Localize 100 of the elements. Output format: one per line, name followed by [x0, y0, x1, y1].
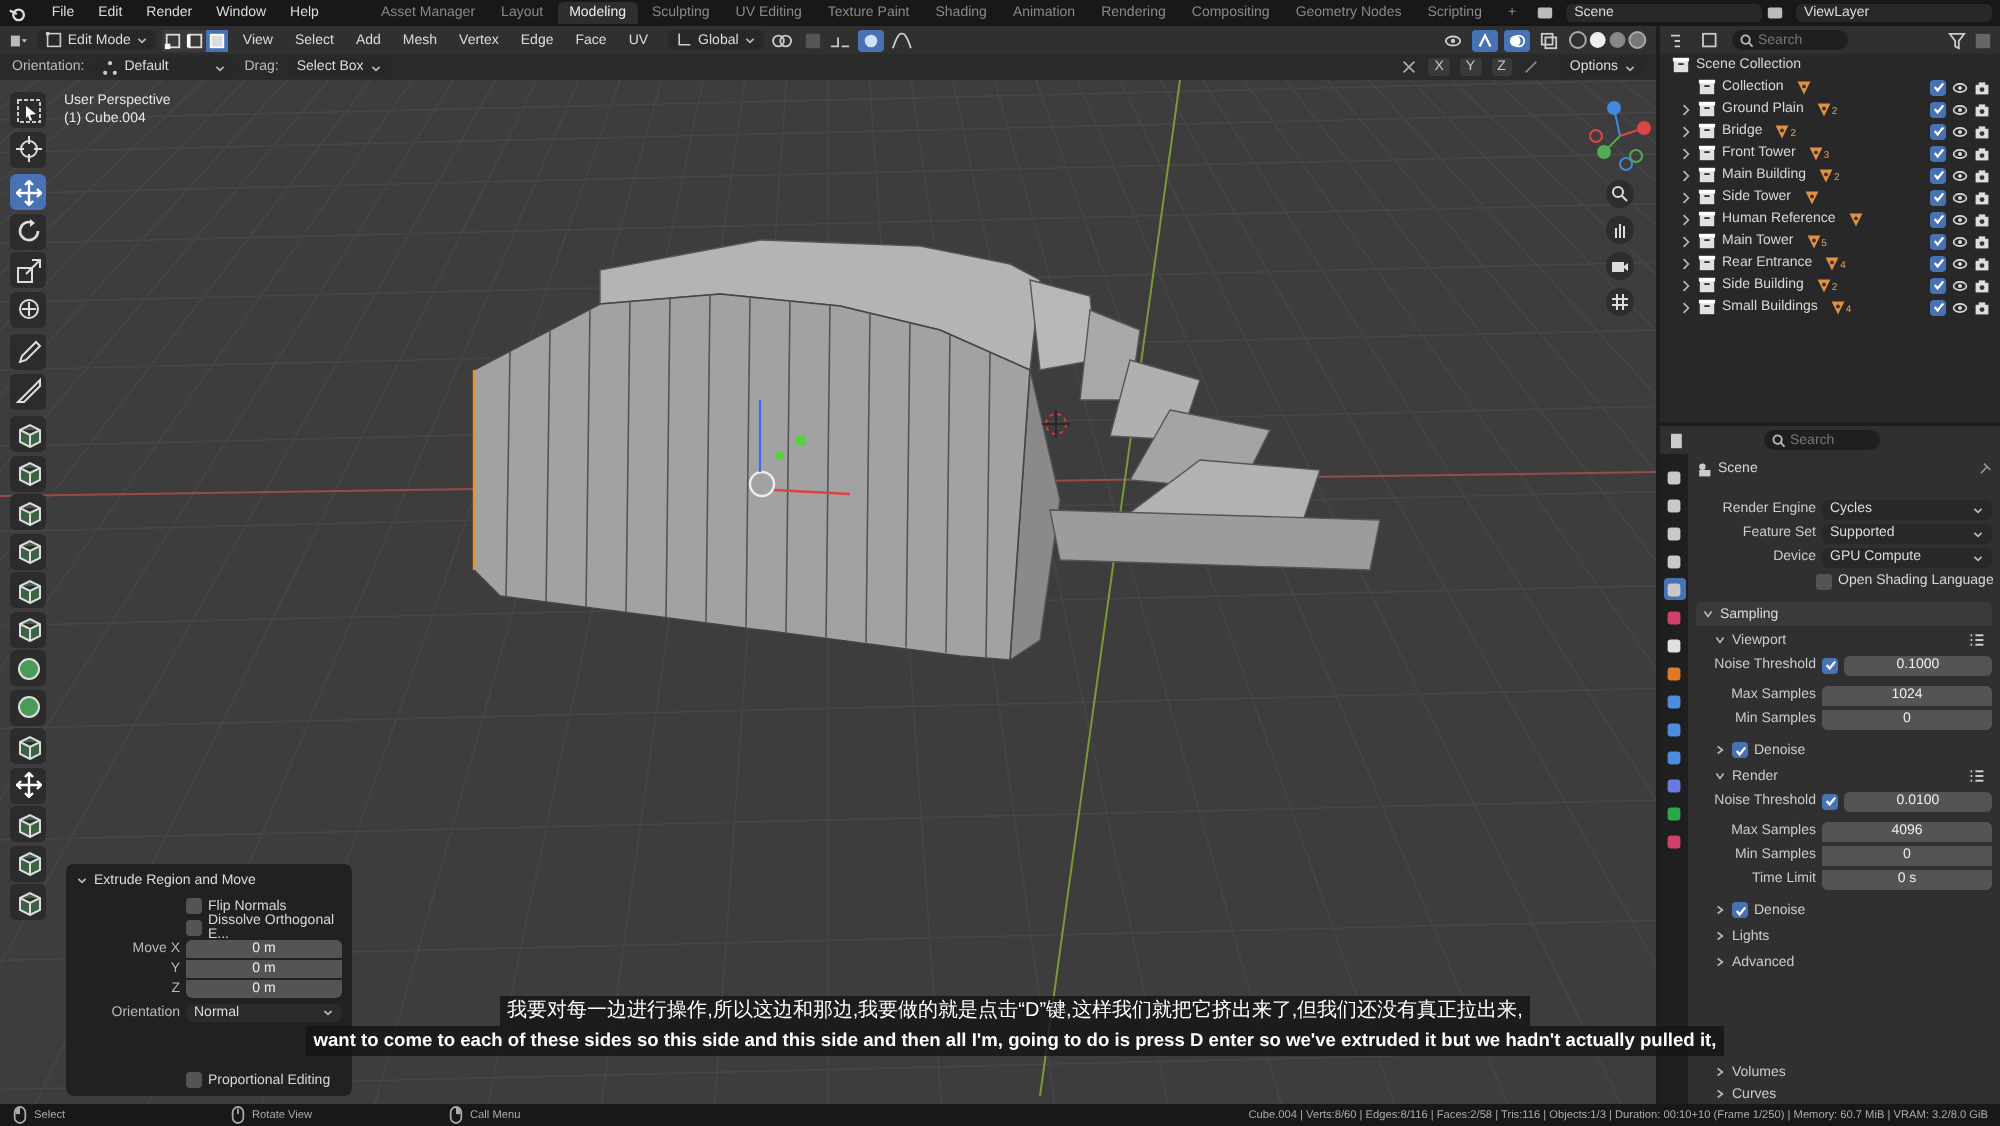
gizmo-button[interactable] — [1472, 29, 1499, 51]
checkbox[interactable] — [1930, 233, 1946, 249]
axis-gizmo[interactable] — [1586, 100, 1654, 172]
camera-icon[interactable] — [1974, 123, 1990, 139]
camera-icon[interactable] — [1974, 145, 1990, 161]
tool-button[interactable] — [10, 572, 46, 608]
cube-icon — [15, 421, 41, 447]
snap-target-icon[interactable] — [828, 31, 852, 49]
overlays-button[interactable] — [1504, 29, 1531, 51]
grid-icon — [1610, 292, 1630, 312]
tool-button[interactable] — [10, 455, 46, 491]
caret-icon — [214, 61, 227, 73]
filter-icon[interactable] — [1948, 31, 1966, 49]
checkbox[interactable] — [1930, 277, 1946, 293]
cube-icon — [15, 499, 41, 525]
eye-icon[interactable] — [1952, 255, 1968, 271]
camera-icon[interactable] — [1974, 277, 1990, 293]
checkbox[interactable] — [1930, 79, 1946, 95]
collection-icon — [1698, 276, 1716, 294]
tool-button[interactable] — [10, 650, 46, 686]
mirror-icon[interactable] — [1400, 58, 1419, 76]
tool-button[interactable] — [10, 416, 46, 452]
list-icon[interactable] — [1968, 768, 1986, 784]
eye-icon[interactable] — [1952, 211, 1968, 227]
camera-icon[interactable] — [1974, 233, 1990, 249]
tool-button[interactable] — [10, 373, 46, 409]
camera-icon[interactable] — [1974, 299, 1990, 315]
checkbox[interactable] — [186, 920, 202, 936]
collection-icon — [1698, 144, 1716, 162]
tool-button[interactable] — [10, 291, 46, 327]
eye-icon[interactable] — [1952, 79, 1968, 95]
eye-icon[interactable] — [1952, 145, 1968, 161]
edge-select-button[interactable] — [184, 29, 207, 51]
camera-button[interactable] — [1606, 252, 1634, 280]
layers-icon[interactable] — [1536, 4, 1555, 22]
tool-button[interactable] — [10, 494, 46, 530]
camera-icon[interactable] — [1974, 211, 1990, 227]
tool-button[interactable] — [10, 92, 46, 128]
zoom-button[interactable] — [1606, 180, 1634, 208]
checkmark-icon — [1823, 794, 1837, 808]
camera-icon[interactable] — [1974, 79, 1990, 95]
falloff-icon[interactable] — [889, 31, 914, 49]
tool-button[interactable] — [10, 845, 46, 881]
list-icon[interactable] — [1968, 632, 1986, 648]
eye-icon[interactable] — [1952, 299, 1968, 315]
tool-button[interactable] — [10, 213, 46, 249]
tool-button[interactable] — [10, 611, 46, 647]
tool-button[interactable] — [10, 728, 46, 764]
checkbox[interactable] — [1732, 742, 1748, 758]
pan-button[interactable] — [1606, 216, 1634, 244]
tool-button[interactable] — [10, 767, 46, 803]
eye-icon[interactable] — [1952, 167, 1968, 183]
checkbox[interactable] — [1930, 211, 1946, 227]
tool-button[interactable] — [10, 884, 46, 920]
eye-icon[interactable] — [1952, 101, 1968, 117]
checkbox[interactable] — [186, 898, 202, 914]
tool-button[interactable] — [10, 131, 46, 167]
lock-icon[interactable] — [1521, 58, 1540, 76]
checkbox[interactable] — [1822, 657, 1838, 673]
editor-type-icon[interactable] — [8, 31, 32, 49]
checkbox[interactable] — [186, 1072, 202, 1088]
checkbox[interactable] — [1930, 299, 1946, 315]
eye-icon[interactable] — [1952, 233, 1968, 249]
tool-button[interactable] — [10, 806, 46, 842]
checkbox[interactable] — [1930, 123, 1946, 139]
caret-icon — [744, 34, 757, 46]
checkbox[interactable] — [1930, 101, 1946, 117]
camera-icon[interactable] — [1974, 189, 1990, 205]
cube-icon — [15, 733, 41, 759]
tool-button[interactable] — [10, 174, 46, 210]
transform-gizmo[interactable] — [748, 400, 851, 498]
grid-button[interactable] — [1606, 288, 1634, 316]
eye-icon[interactable] — [1952, 277, 1968, 293]
shading-mode-icon[interactable] — [1568, 30, 1649, 50]
checkbox[interactable] — [1930, 189, 1946, 205]
caret-icon — [76, 874, 88, 886]
face-select-button[interactable] — [206, 29, 229, 51]
checkbox[interactable] — [1732, 902, 1748, 918]
eye-icon[interactable] — [1952, 189, 1968, 205]
checkbox[interactable] — [1930, 255, 1946, 271]
vertex-select-button[interactable] — [162, 29, 185, 51]
app-logo-icon — [8, 3, 26, 23]
tool-button[interactable] — [10, 334, 46, 370]
proportional-edit-button[interactable] — [857, 29, 884, 51]
tool-button[interactable] — [10, 252, 46, 288]
eye-icon — [1444, 31, 1463, 49]
camera-icon[interactable] — [1974, 167, 1990, 183]
pin-icon[interactable] — [1976, 461, 1992, 477]
tool-button[interactable] — [10, 533, 46, 569]
xray-button[interactable] — [1536, 29, 1563, 51]
checkbox[interactable] — [1930, 167, 1946, 183]
tool-button[interactable] — [10, 689, 46, 725]
checkbox[interactable] — [1822, 793, 1838, 809]
camera-icon[interactable] — [1974, 101, 1990, 117]
camera-icon[interactable] — [1974, 255, 1990, 271]
eye-icon[interactable] — [1952, 123, 1968, 139]
checkbox[interactable] — [1816, 573, 1832, 589]
checkbox[interactable] — [1930, 145, 1946, 161]
caret-icon — [136, 34, 149, 46]
layers-icon[interactable] — [1766, 4, 1785, 22]
